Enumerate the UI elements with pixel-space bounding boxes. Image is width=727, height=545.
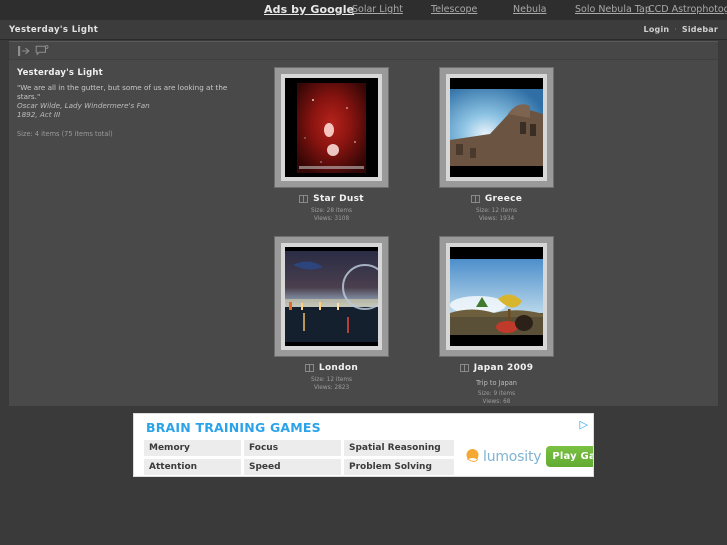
album-grid: Star Dust Size: 28 items Views: 3108 Gre… <box>249 68 714 420</box>
album-caption-row: Star Dust <box>299 194 364 204</box>
sidebar-attribution: Oscar Wilde, Lady Windermere's Fan <box>17 101 150 110</box>
ad-link-3[interactable]: Solo Nebula Tap <box>575 4 651 15</box>
ad-link-1[interactable]: Telescope <box>431 4 477 15</box>
ad-feature-item[interactable]: Speed <box>244 459 341 475</box>
site-header: Yesterday's Light Login · Sidebar <box>0 20 727 40</box>
album-size-label: Size: 12 items <box>475 208 518 214</box>
album-meta: Size: 12 items Views: 2823 <box>311 377 352 392</box>
album-item[interactable]: London Size: 12 items Views: 2823 <box>249 237 414 406</box>
album-thumbnail-frame[interactable] <box>440 68 553 187</box>
google-ads-bar: Ads by Google Solar Light Telescope Nebu… <box>0 0 727 20</box>
album-thumbnail-frame[interactable] <box>275 237 388 356</box>
ad-feature-item[interactable]: Attention <box>144 459 241 475</box>
album-item[interactable]: Japan 2009 Trip to Japan Size: 9 items V… <box>414 237 579 406</box>
album-thumbnail-mat <box>281 243 382 350</box>
bottom-banner-ad[interactable]: BRAIN TRAINING GAMES ▷ Memory Attention … <box>133 413 594 477</box>
ad-link-4[interactable]: CCD Astrophotography <box>648 4 727 15</box>
album-title-label[interactable]: London <box>319 363 358 373</box>
ad-heading: BRAIN TRAINING GAMES <box>146 420 321 435</box>
ad-feature-item[interactable]: Spatial Reasoning <box>344 440 454 456</box>
lumosity-logo-icon <box>466 449 479 462</box>
album-views-label: Views: 1934 <box>478 215 515 222</box>
album-book-icon <box>305 364 314 372</box>
ad-link-2[interactable]: Nebula <box>513 4 546 15</box>
album-thumbnail-image-greece <box>450 78 543 177</box>
sidebar-toggle-link[interactable]: Sidebar <box>682 25 718 34</box>
album-caption-row: London <box>305 363 358 373</box>
album-views-label: Views: 3108 <box>313 215 350 222</box>
site-title: Yesterday's Light <box>9 25 99 35</box>
album-item[interactable]: Star Dust Size: 28 items Views: 3108 <box>249 68 414 223</box>
advertiser-name: lumosity <box>483 448 542 465</box>
album-title-label[interactable]: Greece <box>485 194 522 204</box>
album-thumbnail-mat <box>446 74 547 181</box>
album-title-label[interactable]: Japan 2009 <box>474 363 534 373</box>
album-item[interactable]: Greece Size: 12 items Views: 1934 <box>414 68 579 223</box>
ad-feature-item[interactable]: Problem Solving <box>344 459 454 475</box>
ad-feature-column: Memory Attention <box>144 440 241 476</box>
album-description: Trip to Japan <box>476 379 517 387</box>
ads-by-google-link[interactable]: Ads by Google <box>264 3 354 16</box>
content-panel: Yesterday's Light "We are all in the gut… <box>9 41 718 406</box>
play-games-button[interactable]: Play Games <box>546 446 593 467</box>
album-book-icon <box>459 364 469 372</box>
album-title-label[interactable]: Star Dust <box>313 194 364 204</box>
album-thumbnail-mat <box>281 74 382 181</box>
ad-feature-column: Spatial Reasoning Problem Solving <box>344 440 454 476</box>
album-book-icon <box>470 195 480 203</box>
album-thumbnail-image-london <box>285 247 378 346</box>
album-thumbnail-image-star-dust <box>285 78 378 177</box>
sidebar-attribution-line2: 1892, Act III <box>17 110 61 119</box>
album-views-label: Views: 68 <box>482 398 511 405</box>
album-size-label: Size: 9 items <box>477 391 516 397</box>
sidebar-album-title: Yesterday's Light <box>17 68 103 78</box>
ad-feature-item[interactable]: Focus <box>244 440 341 456</box>
album-thumbnail-image-japan <box>450 247 543 346</box>
slideshow-icon[interactable] <box>17 45 31 57</box>
header-separator: · <box>674 25 677 34</box>
album-caption-row: Japan 2009 <box>459 363 534 373</box>
album-size-label: Size: 12 items <box>310 377 353 383</box>
advertiser-brand: lumosity <box>464 448 542 465</box>
album-meta: Size: 9 items Views: 68 <box>478 391 515 406</box>
album-book-icon <box>299 195 309 203</box>
album-size-label: Size: 28 items <box>310 208 353 214</box>
album-views-label: Views: 2823 <box>313 384 350 391</box>
album-toolbar <box>9 42 718 60</box>
ad-info-arrow-icon[interactable]: ▷ <box>580 418 588 431</box>
album-thumbnail-frame[interactable] <box>275 68 388 187</box>
sidebar-size-info: Size: 4 items (75 items total) <box>17 130 113 138</box>
comment-icon[interactable] <box>35 45 49 57</box>
sidebar-quote: "We are all in the gutter, but some of u… <box>17 83 228 101</box>
album-thumbnail-mat <box>446 243 547 350</box>
album-caption-row: Greece <box>470 194 522 204</box>
ad-link-0[interactable]: Solar Light <box>352 4 403 15</box>
ad-feature-column: Focus Speed <box>244 440 341 476</box>
header-actions: Login · Sidebar <box>644 25 718 34</box>
ad-feature-item[interactable]: Memory <box>144 440 241 456</box>
album-sidebar: Yesterday's Light "We are all in the gut… <box>17 68 242 138</box>
album-meta: Size: 28 items Views: 3108 <box>311 208 352 223</box>
login-link[interactable]: Login <box>644 25 670 34</box>
album-thumbnail-frame[interactable] <box>440 237 553 356</box>
album-meta: Size: 12 items Views: 1934 <box>476 208 517 223</box>
